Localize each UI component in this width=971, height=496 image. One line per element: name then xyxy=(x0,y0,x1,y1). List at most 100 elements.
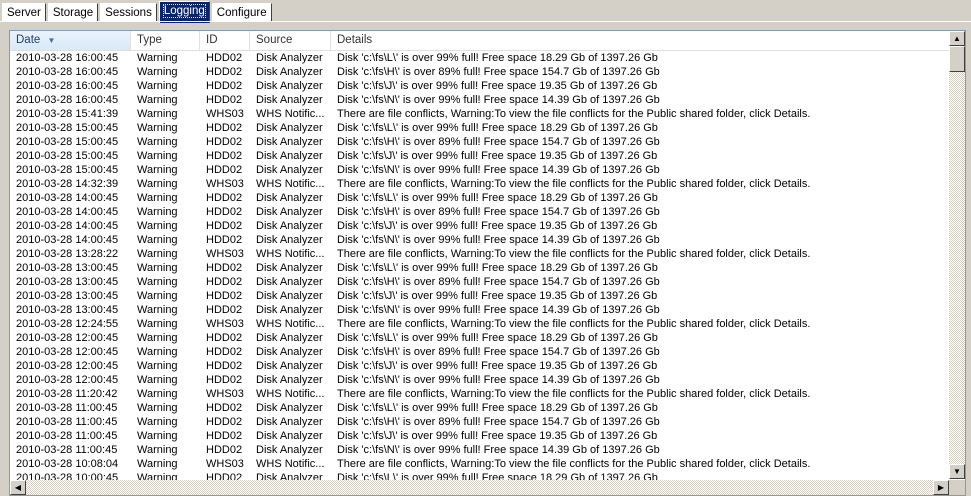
table-row[interactable]: 2010-03-28 16:00:45 Warning HDD02 Disk Anal… xyxy=(10,93,950,107)
column-header-date[interactable]: Date ▼ xyxy=(10,31,131,50)
cell-id: WHS03 xyxy=(206,388,244,400)
cell-id: WHS03 xyxy=(206,108,244,120)
log-list[interactable]: Date ▼ Type ID Source Details 2010-03-28… xyxy=(9,30,966,496)
scroll-left-button[interactable]: ◀ xyxy=(10,480,26,495)
table-row[interactable]: 2010-03-28 15:00:45 Warning HDD02 Disk Anal… xyxy=(10,121,950,135)
table-row[interactable]: 2010-03-28 11:00:45 Warning HDD02 Disk Anal… xyxy=(10,443,950,457)
cell-source: WHS Notific... xyxy=(256,108,325,120)
cell-source: Disk Analyzer xyxy=(256,430,323,442)
column-header-id[interactable]: ID xyxy=(200,31,250,50)
cell-date: 2010-03-28 15:41:39 xyxy=(16,108,119,120)
table-row[interactable]: 2010-03-28 13:00:45 Warning HDD02 Disk Anal… xyxy=(10,275,950,289)
tab-label: Server xyxy=(7,7,41,19)
table-row[interactable]: 2010-03-28 16:00:45 Warning HDD02 Disk Anal… xyxy=(10,51,950,65)
tab-logging[interactable]: Logging xyxy=(158,1,210,23)
cell-id: WHS03 xyxy=(206,178,244,190)
cell-details: Disk 'c:\fs\H\' is over 89% full! Free s… xyxy=(337,416,660,428)
column-header-source[interactable]: Source xyxy=(250,31,331,50)
cell-details: Disk 'c:\fs\N\' is over 99% full! Free s… xyxy=(337,234,660,246)
cell-details: Disk 'c:\fs\N\' is over 99% full! Free s… xyxy=(337,304,660,316)
tab-storage[interactable]: Storage xyxy=(47,3,99,22)
table-row[interactable]: 2010-03-28 14:00:45 Warning HDD02 Disk Anal… xyxy=(10,219,950,233)
table-row[interactable]: 2010-03-28 13:28:22 Warning WHS03 WHS Notif… xyxy=(10,247,950,261)
tab-configure[interactable]: Configure xyxy=(211,3,272,22)
vertical-scrollbar[interactable]: ▲ ▼ xyxy=(949,31,965,479)
cell-source: Disk Analyzer xyxy=(256,192,323,204)
cell-date: 2010-03-28 14:00:45 xyxy=(16,206,119,218)
table-row[interactable]: 2010-03-28 13:00:45 Warning HDD02 Disk Anal… xyxy=(10,289,950,303)
cell-date: 2010-03-28 15:00:45 xyxy=(16,150,119,162)
table-row[interactable]: 2010-03-28 14:00:45 Warning HDD02 Disk Anal… xyxy=(10,191,950,205)
cell-type: Warning xyxy=(137,108,178,120)
table-row[interactable]: 2010-03-28 11:20:42 Warning WHS03 WHS Notif… xyxy=(10,387,950,401)
cell-date: 2010-03-28 16:00:45 xyxy=(16,66,119,78)
cell-details: Disk 'c:\fs\H\' is over 89% full! Free s… xyxy=(337,136,660,148)
cell-type: Warning xyxy=(137,332,178,344)
cell-source: Disk Analyzer xyxy=(256,66,323,78)
table-row[interactable]: 2010-03-28 12:00:45 Warning HDD02 Disk Anal… xyxy=(10,345,950,359)
table-row[interactable]: 2010-03-28 15:00:45 Warning HDD02 Disk Anal… xyxy=(10,163,950,177)
cell-type: Warning xyxy=(137,262,178,274)
cell-details: Disk 'c:\fs\L\' is over 99% full! Free s… xyxy=(337,122,658,134)
table-row[interactable]: 2010-03-28 15:41:39 Warning WHS03 WHS Notif… xyxy=(10,107,950,121)
table-row[interactable]: 2010-03-28 12:00:45 Warning HDD02 Disk Anal… xyxy=(10,331,950,345)
tab-strip: Server Storage Sessions Logging Configur… xyxy=(2,1,274,23)
table-row[interactable]: 2010-03-28 14:32:39 Warning WHS03 WHS Notif… xyxy=(10,177,950,191)
vertical-scroll-thumb[interactable] xyxy=(949,46,965,72)
cell-type: Warning xyxy=(137,122,178,134)
table-row[interactable]: 2010-03-28 11:00:45 Warning HDD02 Disk Anal… xyxy=(10,401,950,415)
table-row[interactable]: 2010-03-28 12:24:55 Warning WHS03 WHS Notif… xyxy=(10,317,950,331)
table-row[interactable]: 2010-03-28 15:00:45 Warning HDD02 Disk Anal… xyxy=(10,135,950,149)
cell-id: HDD02 xyxy=(206,276,243,288)
table-row[interactable]: 2010-03-28 12:00:45 Warning HDD02 Disk Anal… xyxy=(10,373,950,387)
cell-date: 2010-03-28 13:28:22 xyxy=(16,248,119,260)
table-row[interactable]: 2010-03-28 14:00:45 Warning HDD02 Disk Anal… xyxy=(10,233,950,247)
cell-type: Warning xyxy=(137,360,178,372)
table-row[interactable]: 2010-03-28 13:00:45 Warning HDD02 Disk Anal… xyxy=(10,303,950,317)
cell-id: WHS03 xyxy=(206,248,244,260)
table-row[interactable]: 2010-03-28 16:00:45 Warning HDD02 Disk Anal… xyxy=(10,79,950,93)
table-row[interactable]: 2010-03-28 14:00:45 Warning HDD02 Disk Anal… xyxy=(10,205,950,219)
cell-type: Warning xyxy=(137,52,178,64)
cell-details: Disk 'c:\fs\N\' is over 99% full! Free s… xyxy=(337,374,660,386)
cell-date: 2010-03-28 15:00:45 xyxy=(16,122,119,134)
scroll-corner xyxy=(949,480,965,495)
table-row[interactable]: 2010-03-28 15:00:45 Warning HDD02 Disk Anal… xyxy=(10,149,950,163)
cell-id: HDD02 xyxy=(206,290,243,302)
cell-id: WHS03 xyxy=(206,458,244,470)
cell-details: Disk 'c:\fs\H\' is over 89% full! Free s… xyxy=(337,66,660,78)
tab-server[interactable]: Server xyxy=(2,3,46,22)
cell-date: 2010-03-28 12:00:45 xyxy=(16,374,119,386)
cell-id: HDD02 xyxy=(206,192,243,204)
cell-date: 2010-03-28 11:00:45 xyxy=(16,444,118,456)
cell-details: Disk 'c:\fs\J\' is over 99% full! Free s… xyxy=(337,360,658,372)
cell-details: There are file conflicts, Warning:To vie… xyxy=(337,248,811,260)
cell-date: 2010-03-28 13:00:45 xyxy=(16,304,119,316)
cell-type: Warning xyxy=(137,94,178,106)
table-row[interactable]: 2010-03-28 11:00:45 Warning HDD02 Disk Anal… xyxy=(10,429,950,443)
cell-type: Warning xyxy=(137,206,178,218)
scroll-right-button[interactable]: ▶ xyxy=(933,480,949,495)
cell-type: Warning xyxy=(137,290,178,302)
column-header-type[interactable]: Type xyxy=(131,31,200,50)
table-row[interactable]: 2010-03-28 13:00:45 Warning HDD02 Disk Anal… xyxy=(10,261,950,275)
cell-details: Disk 'c:\fs\J\' is over 99% full! Free s… xyxy=(337,150,658,162)
cell-source: Disk Analyzer xyxy=(256,206,323,218)
cell-id: HDD02 xyxy=(206,66,243,78)
scroll-down-button[interactable]: ▼ xyxy=(949,464,965,479)
tab-sessions[interactable]: Sessions xyxy=(100,3,157,22)
table-row[interactable]: 2010-03-28 10:08:04 Warning WHS03 WHS Notif… xyxy=(10,457,950,471)
cell-id: HDD02 xyxy=(206,206,243,218)
scroll-up-button[interactable]: ▲ xyxy=(949,31,965,46)
cell-details: Disk 'c:\fs\H\' is over 89% full! Free s… xyxy=(337,346,660,358)
table-row[interactable]: 2010-03-28 16:00:45 Warning HDD02 Disk Anal… xyxy=(10,65,950,79)
horizontal-scrollbar[interactable]: ◀ ▶ xyxy=(10,480,949,495)
column-header-details[interactable]: Details xyxy=(331,31,950,50)
cell-details: Disk 'c:\fs\J\' is over 99% full! Free s… xyxy=(337,290,658,302)
table-row[interactable]: 2010-03-28 11:00:45 Warning HDD02 Disk Anal… xyxy=(10,415,950,429)
table-row[interactable]: 2010-03-28 12:00:45 Warning HDD02 Disk Anal… xyxy=(10,359,950,373)
cell-type: Warning xyxy=(137,164,178,176)
cell-details: There are file conflicts, Warning:To vie… xyxy=(337,388,811,400)
cell-source: Disk Analyzer xyxy=(256,276,323,288)
cell-source: WHS Notific... xyxy=(256,318,325,330)
